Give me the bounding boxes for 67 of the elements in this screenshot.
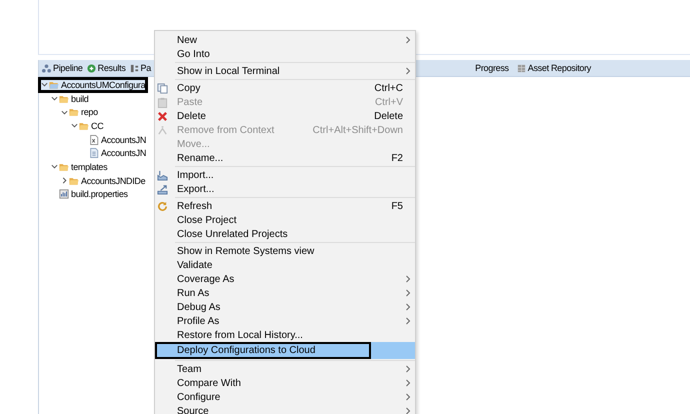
view-tab[interactable]: Results xyxy=(86,63,127,73)
results-icon xyxy=(86,64,96,72)
tree-item[interactable]: AccountsUMConfigura xyxy=(39,78,148,92)
menu-item[interactable]: Export... xyxy=(155,182,415,196)
menu-item[interactable]: Refresh F5 xyxy=(155,199,415,213)
menu-item[interactable]: Show in Remote Systems view xyxy=(155,244,415,258)
menu-item[interactable]: Import... xyxy=(155,168,415,182)
export-icon xyxy=(157,184,168,194)
copy-icon xyxy=(157,82,168,94)
menu-item[interactable]: Go Into xyxy=(155,47,415,61)
view-tab[interactable]: Asset Repository xyxy=(516,63,592,73)
tree-item[interactable]: CC xyxy=(39,119,104,133)
view-tab[interactable]: Pa xyxy=(128,63,152,73)
tree-item-label: CC xyxy=(91,120,104,131)
tree-item[interactable]: templates xyxy=(39,160,108,174)
tree-item-label: build xyxy=(71,94,89,104)
menu-item[interactable]: Debug As xyxy=(155,300,415,314)
tree-item[interactable]: build.properties xyxy=(39,188,128,202)
menu-item[interactable]: Configure xyxy=(155,390,415,404)
tree-item-label: templates xyxy=(71,162,108,172)
menu-item[interactable]: Profile As xyxy=(155,314,415,328)
list-icon xyxy=(130,64,139,72)
tree-item[interactable]: build xyxy=(39,92,89,106)
tree-item[interactable]: AccountsJN xyxy=(39,132,146,146)
menu-item[interactable]: Team xyxy=(155,362,415,376)
menu-item[interactable]: Rename... F2 xyxy=(155,151,415,165)
tree-item-label: AccountsUMConfigura xyxy=(61,80,146,90)
menu-item[interactable]: Show in Local Terminal xyxy=(155,64,415,78)
tree-item-label: build.properties xyxy=(71,189,128,200)
menu-item[interactable]: Deploy Configurations to Cloud xyxy=(155,342,415,359)
grid-icon xyxy=(516,64,526,72)
import-icon xyxy=(157,170,168,180)
delete-icon xyxy=(157,110,168,122)
menu-item[interactable]: Run As xyxy=(155,286,415,300)
tree-item[interactable]: AccountsJNDIDe xyxy=(39,174,146,188)
view-tab[interactable]: Progress xyxy=(474,63,510,73)
properties-file-icon xyxy=(59,189,69,200)
xml-file-icon xyxy=(89,134,99,145)
menu-item[interactable]: Close Project xyxy=(155,213,415,227)
menu-item[interactable]: Delete Delete xyxy=(155,109,415,123)
menu-item[interactable]: Coverage As xyxy=(155,272,415,286)
menu-item[interactable]: Restore from Local History... xyxy=(155,328,415,342)
menu-item[interactable]: Source xyxy=(155,404,415,414)
file-icon xyxy=(89,148,99,158)
folder-icon xyxy=(69,107,79,118)
folder-icon xyxy=(49,80,59,90)
menu-item[interactable]: Validate xyxy=(155,258,415,272)
view-tab[interactable]: Pipeline xyxy=(41,63,84,73)
menu-item[interactable]: Compare With xyxy=(155,376,415,390)
tree-item[interactable]: repo xyxy=(39,105,98,120)
folder-icon xyxy=(79,120,89,131)
menu-item[interactable]: Close Unrelated Projects xyxy=(155,227,415,241)
folder-icon xyxy=(69,176,79,186)
clipboard-icon xyxy=(157,96,168,108)
menu-item[interactable]: New xyxy=(155,33,415,47)
folder-icon xyxy=(59,94,69,104)
tree-item-label: repo xyxy=(81,107,98,118)
folder-icon xyxy=(59,162,69,172)
tree-item-label: AccountsJN xyxy=(101,134,146,145)
refresh-icon xyxy=(157,200,168,212)
nodes-icon xyxy=(42,64,51,72)
tree-item[interactable]: AccountsJN xyxy=(39,146,146,160)
tree-item-label: AccountsJN xyxy=(101,148,146,158)
tree-item-label: AccountsJNDIDe xyxy=(81,176,146,186)
chevron-down-icon[interactable] xyxy=(51,163,58,170)
chevron-right-icon[interactable] xyxy=(61,177,68,184)
menu-item[interactable]: Copy Ctrl+C xyxy=(155,81,415,95)
